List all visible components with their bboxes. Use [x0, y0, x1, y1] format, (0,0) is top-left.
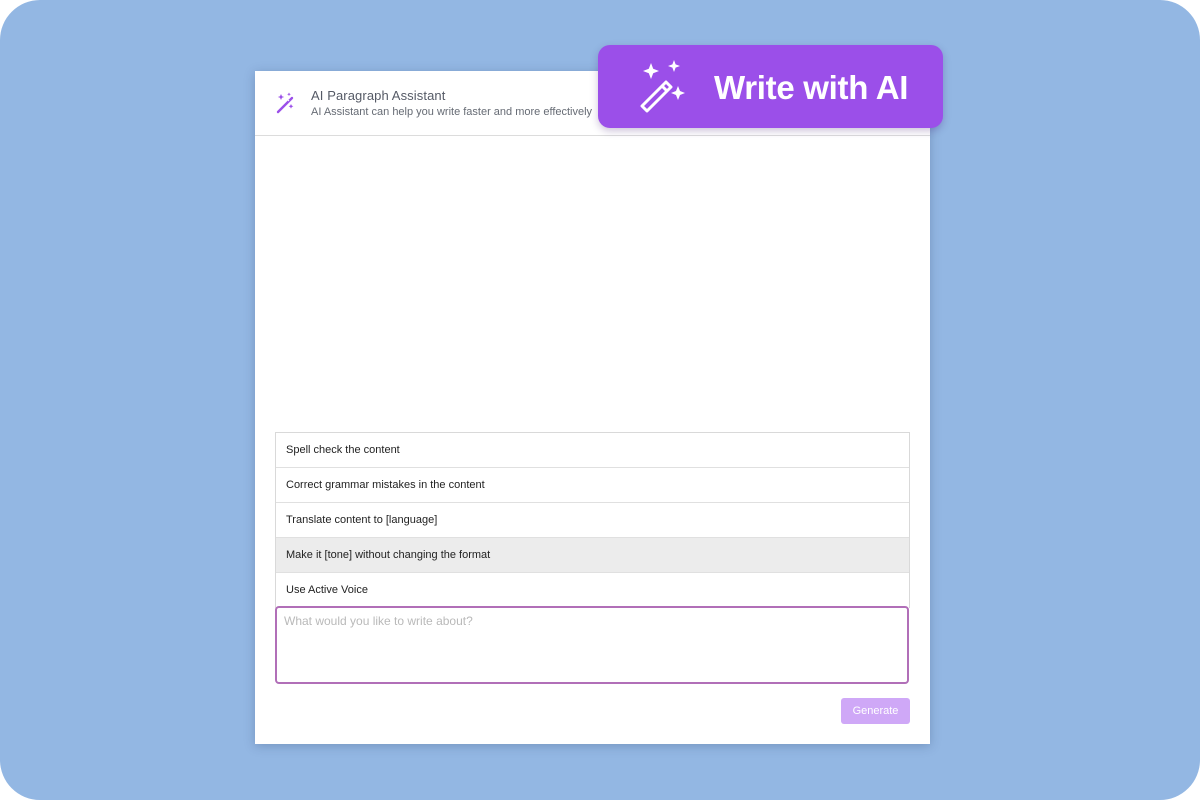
- panel-subtitle: AI Assistant can help you write faster a…: [311, 106, 593, 118]
- panel-title: AI Paragraph Assistant: [311, 88, 446, 103]
- suggestion-item-grammar[interactable]: Correct grammar mistakes in the content: [276, 468, 909, 503]
- prompt-input[interactable]: [275, 606, 909, 684]
- suggestion-list: Spell check the content Correct grammar …: [275, 432, 910, 608]
- badge-label: Write with AI: [714, 69, 909, 106]
- suggestion-item-spell-check[interactable]: Spell check the content: [276, 433, 909, 468]
- suggestion-item-translate[interactable]: Translate content to [language]: [276, 503, 909, 538]
- ai-assistant-panel: AI Paragraph Assistant AI Assistant can …: [255, 71, 930, 744]
- background-frame: AI Paragraph Assistant AI Assistant can …: [0, 0, 1200, 800]
- magic-wand-icon: [276, 92, 294, 114]
- suggestion-item-tone[interactable]: Make it [tone] without changing the form…: [276, 538, 909, 573]
- write-with-ai-badge: Write with AI: [598, 45, 943, 128]
- magic-wand-icon: [640, 60, 685, 113]
- generate-button[interactable]: Generate: [841, 698, 910, 724]
- suggestion-item-active-voice[interactable]: Use Active Voice: [276, 573, 909, 608]
